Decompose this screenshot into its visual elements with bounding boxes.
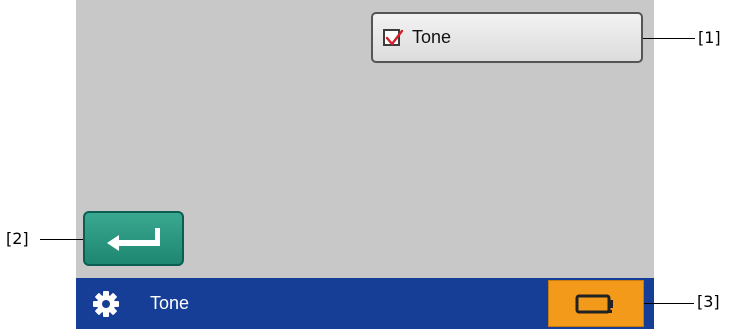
enter-button[interactable] (83, 211, 184, 266)
callout-label-3: [3] (697, 292, 720, 311)
battery-button[interactable] (548, 280, 644, 327)
status-title: Tone (150, 293, 190, 313)
tone-checkbox-label: Tone (412, 27, 452, 47)
battery-icon (575, 294, 613, 313)
status-bar: Tone (76, 278, 654, 329)
checkbox[interactable] (383, 29, 404, 46)
gear-icon (93, 291, 119, 317)
checkmark-icon (385, 29, 404, 46)
callout-line-3 (644, 303, 694, 304)
device-screen: Tone Tone (76, 0, 654, 329)
callout-label-1: [1] (698, 28, 721, 47)
callout-line-1 (643, 38, 695, 39)
enter-return-icon (106, 227, 160, 251)
callout-line-2 (40, 239, 83, 240)
tone-checkbox-button[interactable]: Tone (371, 12, 643, 63)
callout-label-2: [2] (6, 229, 29, 248)
